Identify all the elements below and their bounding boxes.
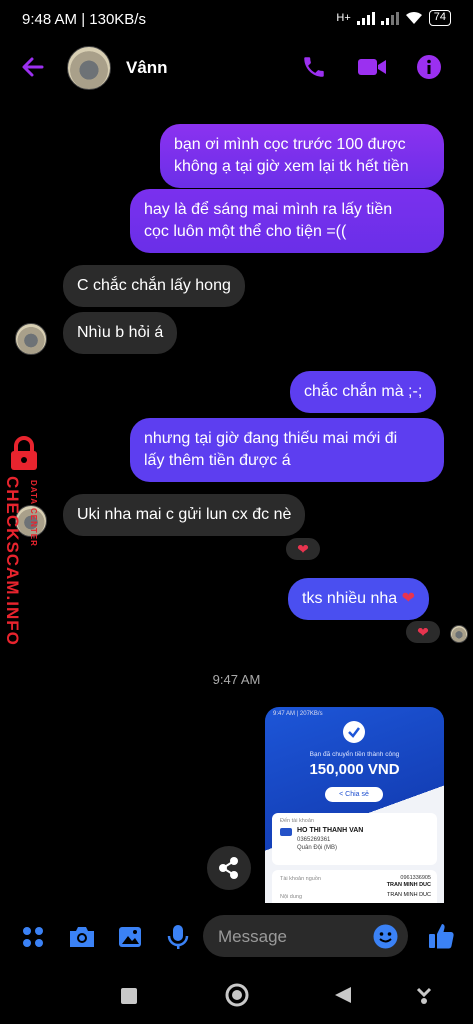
receipt-share: < Chia sẻ xyxy=(325,787,383,802)
message-outgoing[interactable]: hay là để sáng mai mình ra lấy tiền cọc … xyxy=(130,189,444,253)
receipt-recipient-card: Đến tài khoản HO THI THANH VAN 036526936… xyxy=(272,813,437,865)
chat-header: Vânn xyxy=(0,40,473,100)
source-label: Tài khoản nguồn xyxy=(280,876,321,882)
message-outgoing[interactable]: bạn ơi mình cọc trước 100 được không ạ t… xyxy=(160,124,444,188)
battery-icon: 74 xyxy=(428,10,451,26)
message-text: chắc chắn mà ;-; xyxy=(304,383,423,400)
message-text: Uki nha mai c gửi lun cx đc nè xyxy=(77,506,292,523)
message-text: tks nhiều nha xyxy=(302,590,398,607)
message-outgoing[interactable]: nhưng tại giờ đang thiếu mai mới đi lấy … xyxy=(130,418,444,482)
message-outgoing[interactable]: tks nhiều nha ❤ xyxy=(288,578,430,620)
message-line: nhưng tại giờ đang thiếu mai mới đi xyxy=(144,430,398,447)
phone-icon[interactable] xyxy=(301,54,327,80)
back-nav-icon[interactable] xyxy=(333,985,353,1005)
back-arrow-icon[interactable] xyxy=(20,54,46,80)
watermark-text: CHECKSCAM.INFO xyxy=(3,476,22,646)
apps-menu-icon[interactable] xyxy=(21,925,45,949)
status-time: 9:48 AM | 130KB/s xyxy=(22,11,146,28)
heart-reaction[interactable]: ❤ xyxy=(404,619,442,645)
share-icon xyxy=(219,857,238,879)
receipt-subtitle: Bạn đã chuyển tiền thành công xyxy=(309,751,400,758)
watermark: CHECKSCAM.INFO DATA CENTER xyxy=(2,436,52,666)
source-name: TRAN MINH DUC xyxy=(386,882,431,888)
video-call-icon[interactable] xyxy=(356,54,388,80)
lock-icon xyxy=(11,436,37,470)
content-value: TRAN MINH DUC xyxy=(387,892,431,898)
home-icon[interactable] xyxy=(224,982,250,1008)
contact-avatar-small[interactable] xyxy=(15,323,47,355)
heart-emoji: ❤ xyxy=(401,590,416,607)
contact-name[interactable]: Vânn xyxy=(126,58,168,78)
content-label: Nội dung xyxy=(280,894,303,900)
thumbs-up-icon[interactable] xyxy=(426,921,456,951)
recipient-account: 0365269361 xyxy=(297,837,331,843)
message-composer: Message xyxy=(0,912,473,962)
seen-avatar xyxy=(450,625,468,643)
source-account: 0961336905 xyxy=(400,875,431,881)
microphone-icon[interactable] xyxy=(166,923,190,951)
recipient-label: Đến tài khoản xyxy=(280,818,314,824)
bank-logo-icon xyxy=(280,828,292,836)
message-line: không ạ tại giờ xem lại tk hết tiền xyxy=(174,158,409,175)
status-icons: H+ 74 xyxy=(336,10,451,26)
message-timestamp: 9:47 AM xyxy=(212,672,261,687)
gallery-icon[interactable] xyxy=(117,924,143,950)
receipt-amount: 150,000 VND xyxy=(309,761,400,778)
message-line: bạn ơi mình cọc trước 100 được xyxy=(174,136,406,153)
info-icon[interactable] xyxy=(416,54,442,80)
receipt-status: 9:47 AM | 207KB/s xyxy=(273,711,323,717)
message-text: C chắc chắn lấy hong xyxy=(77,277,231,294)
message-line: lấy thêm tiền được á xyxy=(144,452,291,469)
message-line: hay là để sáng mai mình ra lấy tiền xyxy=(144,201,393,218)
message-incoming[interactable]: Uki nha mai c gửi lun cx đc nè xyxy=(63,494,306,536)
recents-icon[interactable] xyxy=(120,987,138,1005)
status-bar: 9:48 AM | 130KB/s H+ 74 xyxy=(0,0,473,40)
recipient-name: HO THI THANH VAN xyxy=(297,827,364,834)
check-icon xyxy=(343,721,365,743)
message-placeholder: Message xyxy=(218,927,287,946)
message-input[interactable]: Message xyxy=(203,915,408,957)
message-text: Nhìu b hỏi á xyxy=(77,324,164,341)
heart-reaction[interactable]: ❤ xyxy=(284,536,322,562)
watermark-subtext: DATA CENTER xyxy=(29,480,38,547)
message-incoming[interactable]: C chắc chắn lấy hong xyxy=(63,265,245,307)
message-line: cọc luôn một thể cho tiện =(( xyxy=(144,223,347,240)
receipt-source-card: Tài khoản nguồn 0961336905 TRAN MINH DUC… xyxy=(272,870,437,903)
camera-icon[interactable] xyxy=(67,924,97,950)
system-nav-bar xyxy=(0,972,473,1024)
wifi-icon xyxy=(405,11,422,24)
receipt-share-label: Chia sẻ xyxy=(345,791,369,798)
emoji-icon[interactable] xyxy=(373,924,398,949)
transfer-receipt-image[interactable]: 9:47 AM | 207KB/s Bạn đã chuyển tiền thà… xyxy=(265,707,444,903)
recipient-bank: Quân Đội (MB) xyxy=(297,845,338,851)
message-outgoing[interactable]: chắc chắn mà ;-; xyxy=(290,371,437,413)
contact-avatar[interactable] xyxy=(67,46,111,90)
signal-icon-2 xyxy=(380,11,399,25)
keyboard-hide-icon[interactable] xyxy=(414,985,434,1005)
message-incoming[interactable]: Nhìu b hỏi á xyxy=(63,312,178,354)
network-type: H+ xyxy=(336,12,351,24)
signal-icon xyxy=(356,11,375,25)
share-button[interactable] xyxy=(207,846,251,890)
